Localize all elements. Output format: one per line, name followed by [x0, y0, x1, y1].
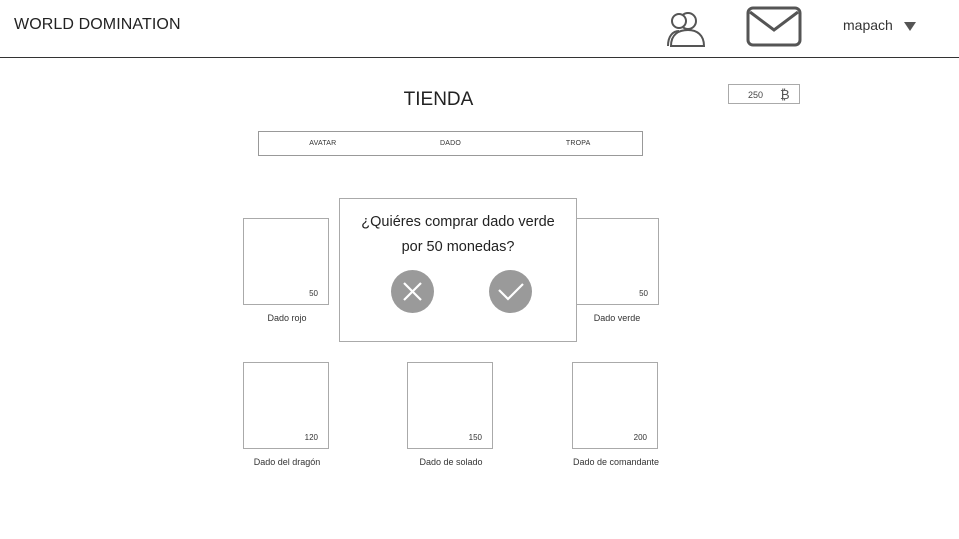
product-price: 150 [468, 433, 482, 442]
mail-icon[interactable] [746, 6, 802, 48]
store-tabs: AVATAR DADO TROPA [258, 131, 643, 156]
coin-balance: 250 ₿ [728, 84, 800, 104]
app-title: WORLD DOMINATION [14, 16, 181, 33]
product-dado-rojo[interactable]: 50 Dado rojo [243, 218, 329, 323]
tab-tropa[interactable]: TROPA [514, 132, 642, 155]
product-price: 120 [304, 433, 318, 442]
product-dado-de-comandante[interactable]: 200 Dado de comandante [572, 362, 659, 467]
dialog-message: ¿Quiéres comprar dado verde por 50 moned… [340, 210, 576, 260]
purchase-dialog: ¿Quiéres comprar dado verde por 50 moned… [339, 198, 577, 342]
coin-icon: ₿ [780, 87, 790, 102]
dialog-message-line-1: ¿Quiéres comprar dado verde [361, 214, 555, 230]
product-name: Dado del dragón [253, 457, 321, 467]
product-price: 50 [639, 289, 648, 298]
tab-avatar[interactable]: AVATAR [259, 132, 387, 155]
product-name: Dado de comandante [572, 457, 660, 467]
username: mapach [843, 17, 893, 33]
coin-amount: 250 [748, 90, 764, 100]
product-price: 50 [309, 289, 318, 298]
product-dado-de-solado[interactable]: 150 Dado de solado [407, 362, 493, 467]
check-icon [498, 283, 524, 301]
dialog-message-line-2: por 50 monedas? [401, 239, 515, 255]
product-price: 200 [633, 433, 647, 442]
chevron-down-icon [903, 21, 916, 31]
user-menu[interactable]: mapach [843, 17, 916, 33]
top-bar: WORLD DOMINATION mapach [0, 0, 959, 58]
users-icon[interactable] [666, 8, 706, 48]
tab-dado[interactable]: DADO [387, 132, 515, 155]
product-name: Dado de solado [419, 457, 483, 467]
product-dado-del-dragon[interactable]: 120 Dado del dragón [243, 362, 329, 467]
cancel-button[interactable] [391, 270, 434, 313]
confirm-button[interactable] [489, 270, 532, 313]
close-icon [403, 282, 422, 301]
product-dado-verde[interactable]: 50 Dado verde [573, 218, 659, 323]
